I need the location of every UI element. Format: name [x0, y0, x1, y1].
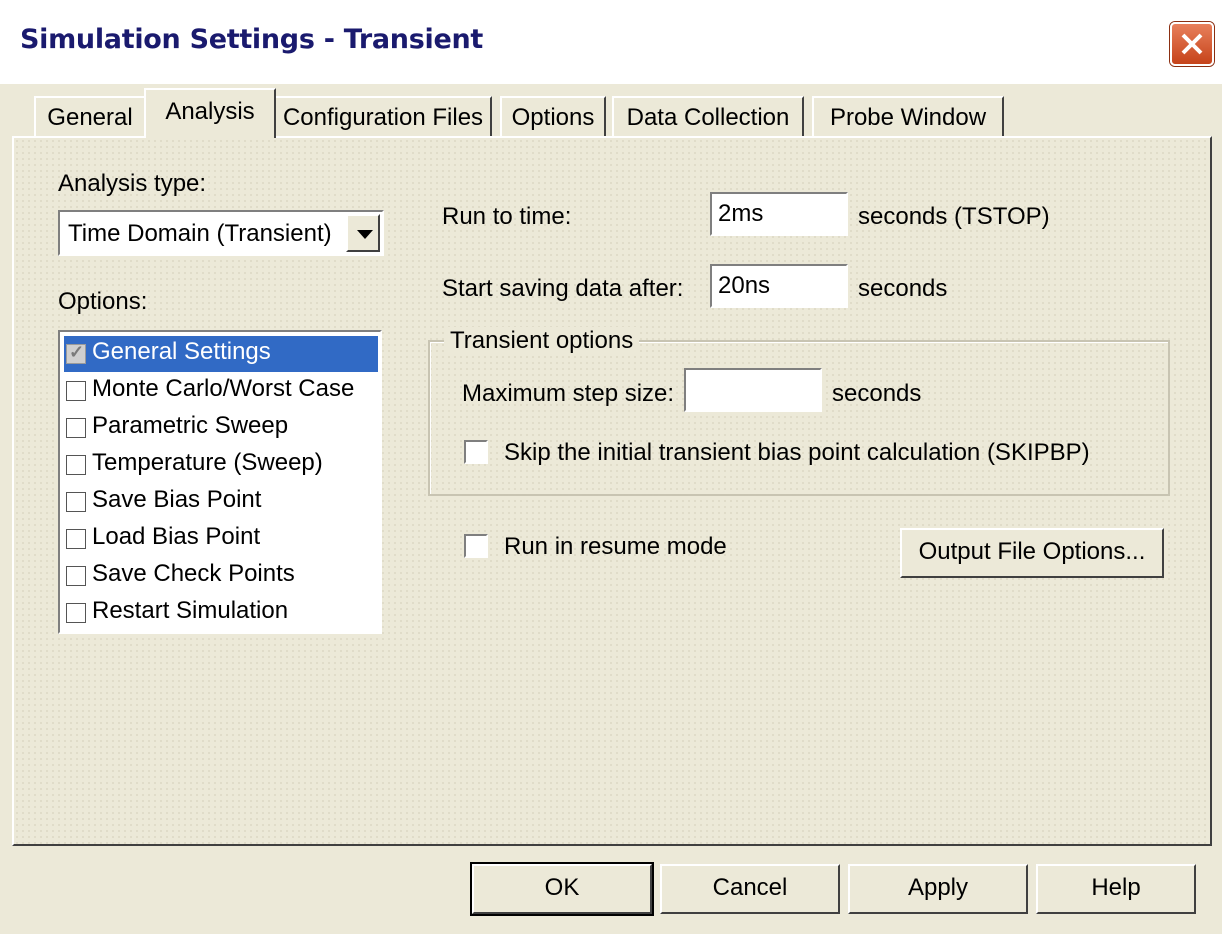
window-title: Simulation Settings - Transient	[20, 24, 483, 55]
list-item-restart-simulation[interactable]: Restart Simulation	[64, 595, 378, 631]
list-item-monte-carlo[interactable]: Monte Carlo/Worst Case	[64, 373, 378, 409]
help-button[interactable]: Help	[1036, 864, 1196, 914]
analysis-type-label: Analysis type:	[58, 170, 207, 197]
checkbox-icon[interactable]	[66, 418, 86, 438]
tab-configuration-files[interactable]: Configuration Files	[274, 96, 492, 136]
checkbox-icon[interactable]	[66, 566, 86, 586]
list-item-label: General Settings	[92, 338, 271, 365]
cancel-button[interactable]: Cancel	[660, 864, 840, 914]
start-saving-unit: seconds	[858, 275, 948, 302]
list-item-label: Temperature (Sweep)	[92, 449, 323, 476]
start-saving-input[interactable]: 20ns	[710, 264, 848, 308]
options-label: Options:	[58, 288, 148, 315]
checkbox-icon[interactable]	[66, 342, 86, 364]
tab-probe-window[interactable]: Probe Window	[812, 96, 1004, 136]
apply-button[interactable]: Apply	[848, 864, 1028, 914]
list-item-parametric-sweep[interactable]: Parametric Sweep	[64, 410, 378, 446]
tab-data-collection[interactable]: Data Collection	[612, 96, 804, 136]
transient-options-group	[428, 340, 1170, 496]
resume-mode-label[interactable]: Run in resume mode	[504, 533, 727, 561]
checkbox-icon[interactable]	[66, 603, 86, 623]
analysis-type-dropdown[interactable]: Time Domain (Transient)	[58, 210, 384, 256]
list-item-label: Save Check Points	[92, 560, 295, 587]
ok-button[interactable]: OK	[470, 862, 654, 916]
close-icon	[1181, 33, 1203, 55]
checkbox-icon[interactable]	[66, 455, 86, 475]
run-to-time-unit: seconds (TSTOP)	[858, 203, 1050, 230]
checkbox-icon[interactable]	[66, 529, 86, 549]
title-bar: Simulation Settings - Transient	[0, 0, 1222, 84]
tab-general[interactable]: General	[34, 96, 146, 136]
list-item-label: Load Bias Point	[92, 523, 261, 550]
max-step-label: Maximum step size:	[462, 380, 675, 407]
checkbox-icon[interactable]	[66, 381, 86, 401]
output-file-options-button[interactable]: Output File Options...	[900, 528, 1164, 578]
list-item-label: Save Bias Point	[92, 486, 262, 513]
transient-options-title: Transient options	[444, 327, 640, 355]
options-listbox[interactable]: General Settings Monte Carlo/Worst Case …	[58, 330, 382, 634]
list-item-label: Monte Carlo/Worst Case	[92, 375, 355, 402]
chevron-down-icon[interactable]	[346, 214, 380, 252]
skip-bias-checkbox[interactable]	[464, 440, 488, 464]
list-item-save-bias-point[interactable]: Save Bias Point	[64, 484, 378, 520]
skip-bias-label[interactable]: Skip the initial transient bias point ca…	[504, 439, 1090, 467]
list-item-temperature-sweep[interactable]: Temperature (Sweep)	[64, 447, 378, 483]
list-item-load-bias-point[interactable]: Load Bias Point	[64, 521, 378, 557]
max-step-unit: seconds	[832, 380, 922, 407]
tab-analysis[interactable]: Analysis	[144, 88, 276, 138]
list-item-label: Restart Simulation	[92, 597, 289, 624]
analysis-type-value: Time Domain (Transient)	[68, 220, 332, 247]
tab-options[interactable]: Options	[500, 96, 606, 136]
resume-mode-checkbox[interactable]	[464, 534, 488, 558]
start-saving-label: Start saving data after:	[442, 275, 684, 302]
checkbox-icon[interactable]	[66, 492, 86, 512]
list-item-general-settings[interactable]: General Settings	[64, 336, 378, 372]
run-to-time-label: Run to time:	[442, 203, 572, 230]
close-button[interactable]	[1170, 22, 1214, 66]
run-to-time-input[interactable]: 2ms	[710, 192, 848, 236]
list-item-label: Parametric Sweep	[92, 412, 289, 439]
max-step-input[interactable]	[684, 368, 822, 412]
list-item-save-check-points[interactable]: Save Check Points	[64, 558, 378, 594]
simulation-settings-dialog: Simulation Settings - Transient General …	[0, 0, 1222, 934]
